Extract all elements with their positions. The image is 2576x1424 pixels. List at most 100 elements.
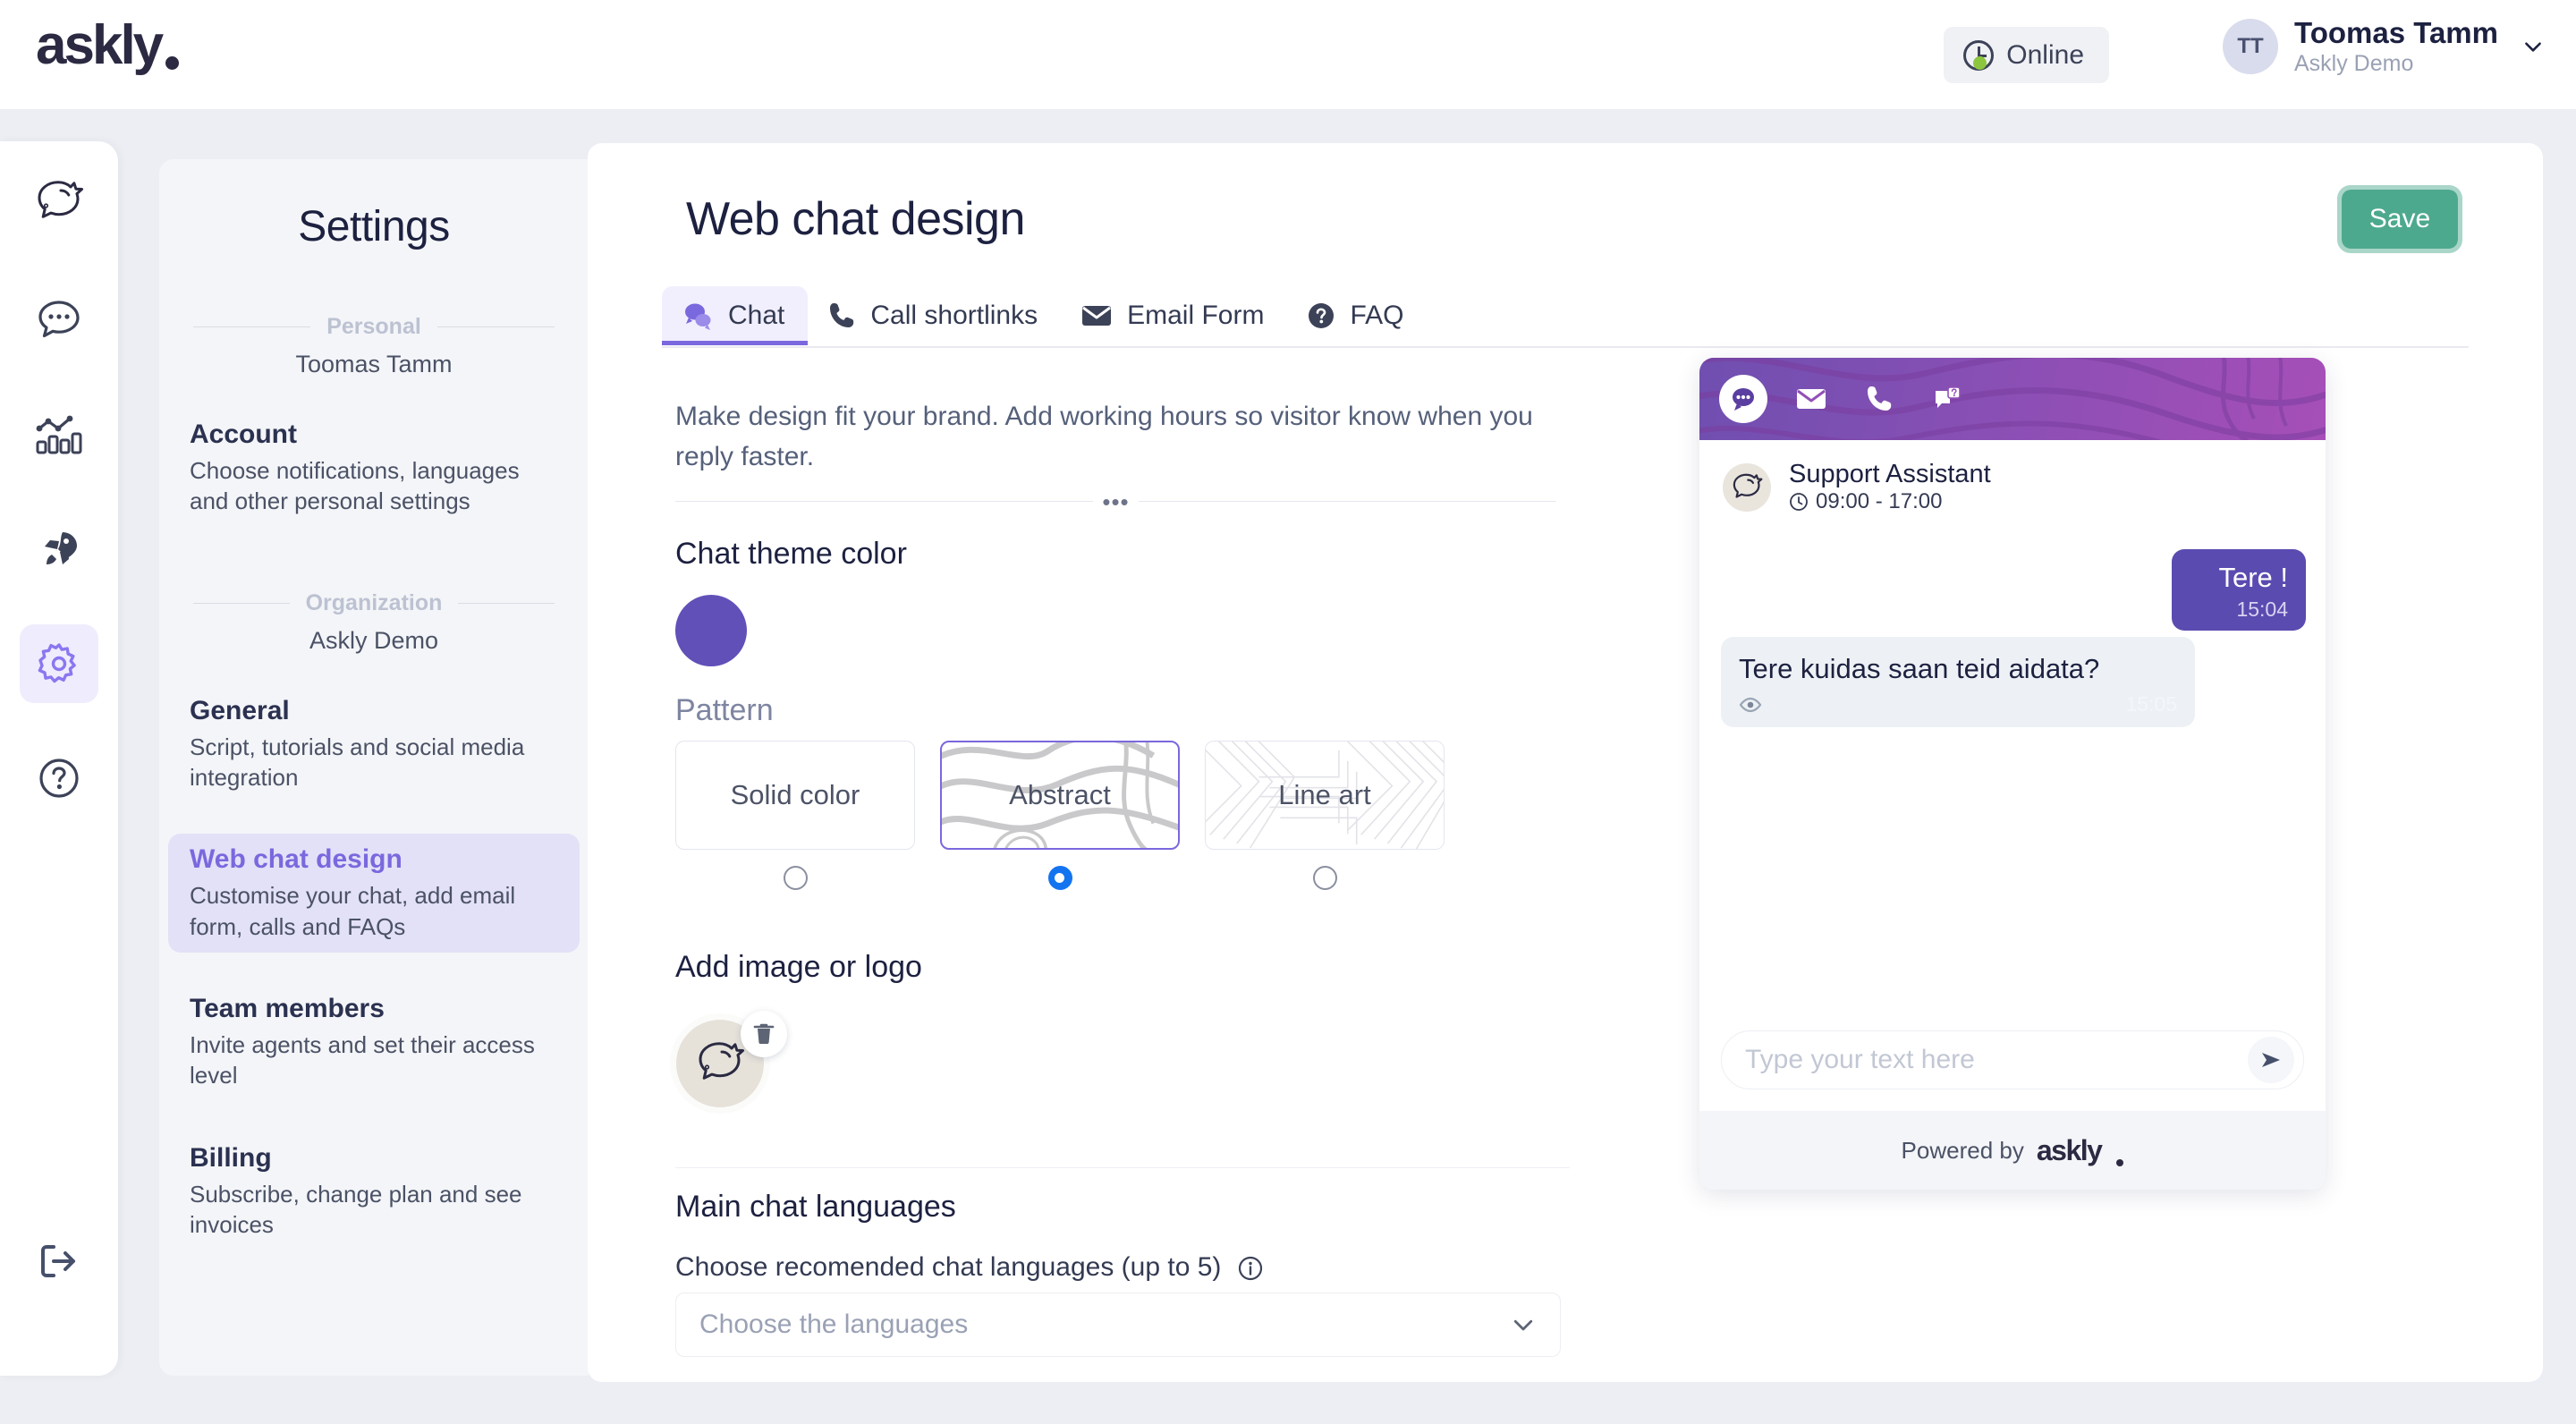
- rocket-icon[interactable]: [20, 510, 98, 589]
- askly-logo-dot: [165, 56, 180, 70]
- chat-preview-widget: Support Assistant 09:00 - 17:00 Tere ! 1…: [1699, 358, 2326, 1190]
- phone-icon: [830, 303, 854, 327]
- pattern-card-abstract[interactable]: Abstract: [940, 741, 1180, 850]
- tabs-underline: [662, 346, 2469, 348]
- askly-mascot-icon[interactable]: [20, 163, 98, 242]
- pattern-radio-solid-color-wrap: [783, 866, 808, 890]
- tab-faq[interactable]: FAQ: [1287, 286, 1427, 345]
- sidebar-item-billing[interactable]: Billing Subscribe, change plan and see i…: [168, 1132, 580, 1251]
- languages-help-row: Choose recomended chat languages (up to …: [675, 1252, 1263, 1283]
- trash-icon: [753, 1023, 775, 1044]
- chat-message-incoming: Tere kuidas saan teid aidata? 15:05: [1721, 637, 2195, 727]
- askly-mascot-icon: [1733, 473, 1763, 498]
- askly-mascot-icon: [699, 1042, 744, 1080]
- page-title: Web chat design: [686, 193, 1025, 245]
- logo-upload[interactable]: [676, 1011, 787, 1109]
- widget-tab-email[interactable]: [1787, 375, 1835, 423]
- pattern-radio-line-art[interactable]: [1312, 866, 1337, 890]
- sidebar-item-team-members[interactable]: Team members Invite agents and set their…: [168, 983, 580, 1102]
- sidebar-item-web-chat-design-desc: Customise your chat, add email form, cal…: [190, 882, 516, 940]
- askly-footer-dot: [2116, 1159, 2124, 1166]
- tab-email-form[interactable]: Email Form: [1061, 286, 1287, 345]
- faq-bubble-icon: [1936, 386, 1961, 408]
- user-info: Toomas Tamm Askly Demo: [2294, 17, 2498, 76]
- envelope-icon: [1797, 389, 1826, 409]
- tab-bar: Chat Call shortlinks Email Form FAQ: [662, 286, 1427, 345]
- question-circle-icon[interactable]: [20, 739, 98, 818]
- chat-message-outgoing-text: Tere !: [2218, 562, 2288, 593]
- widget-agent-info: Support Assistant 09:00 - 17:00: [1789, 460, 1991, 514]
- phone-icon: [1868, 386, 1892, 411]
- chat-bubbles-icon: [685, 303, 711, 330]
- section-subtitle-personal: Toomas Tamm: [295, 351, 453, 377]
- user-org: Askly Demo: [2294, 50, 2414, 76]
- sidebar-item-web-chat-design-title: Web chat design: [190, 844, 402, 875]
- languages-select-placeholder: Choose the languages: [699, 1310, 969, 1339]
- pattern-option-solid-color: Solid color: [675, 741, 915, 890]
- widget-agent-name: Support Assistant: [1789, 460, 1991, 488]
- user-menu[interactable]: TT Toomas Tamm Askly Demo: [2223, 17, 2545, 76]
- status-badge[interactable]: Online: [1944, 27, 2109, 83]
- tab-call-shortlinks[interactable]: Call shortlinks: [808, 286, 1061, 345]
- gear-icon[interactable]: [20, 624, 98, 703]
- widget-tab-chat[interactable]: [1719, 375, 1767, 423]
- languages-select[interactable]: Choose the languages: [675, 1293, 1561, 1357]
- widget-tab-call[interactable]: [1855, 375, 1903, 423]
- chat-input-placeholder: Type your text here: [1745, 1045, 1975, 1074]
- question-circle-icon: [1309, 303, 1335, 328]
- chat-bubble-icon[interactable]: [20, 281, 98, 360]
- logout-icon[interactable]: [20, 1222, 98, 1301]
- pattern-options: Solid color Abstract Line art: [675, 741, 1445, 890]
- widget-tab-faq[interactable]: [1923, 375, 1971, 423]
- pattern-radio-abstract[interactable]: [1047, 866, 1072, 890]
- sidebar-item-account-desc: Choose notifications, languages and othe…: [190, 457, 520, 515]
- widget-agent-hours: 09:00 - 17:00: [1816, 489, 1943, 514]
- pattern-card-line-art-label: Line art: [1278, 779, 1371, 810]
- pattern-card-line-art[interactable]: Line art: [1205, 741, 1445, 850]
- save-button[interactable]: Save: [2337, 185, 2462, 253]
- analytics-chart-icon[interactable]: [20, 395, 98, 474]
- pattern-card-abstract-label: Abstract: [1009, 779, 1111, 810]
- askly-logo-text: askly: [36, 14, 164, 76]
- sidebar-item-team-members-title: Team members: [190, 993, 385, 1023]
- chevron-down-icon: [1513, 1319, 1533, 1331]
- status-badge-label: Online: [2006, 39, 2084, 70]
- sidebar-item-general-desc: Script, tutorials and social media integ…: [190, 733, 525, 791]
- top-bar: askly Online TT Toomas Tamm Askly Demo: [0, 0, 2576, 109]
- tab-call-shortlinks-label: Call shortlinks: [870, 301, 1038, 330]
- chat-message-incoming-text: Tere kuidas saan teid aidata?: [1739, 653, 2100, 684]
- eye-icon[interactable]: [1739, 696, 1762, 714]
- section-subtitle-organization: Askly Demo: [309, 626, 439, 654]
- info-icon[interactable]: [1238, 1256, 1263, 1281]
- pattern-radio-solid-color[interactable]: [783, 866, 808, 890]
- pattern-radio-abstract-wrap: [1047, 866, 1072, 890]
- sidebar-item-account-title: Account: [190, 420, 297, 449]
- settings-nav-panel: Settings Personal Toomas Tamm Account Ch…: [159, 159, 589, 1376]
- sidebar-item-web-chat-design[interactable]: Web chat design Customise your chat, add…: [168, 834, 580, 953]
- chat-message-outgoing: Tere ! 15:04: [2172, 549, 2306, 631]
- tab-chat[interactable]: Chat: [662, 286, 809, 345]
- pattern-label: Pattern: [675, 693, 774, 727]
- sidebar-item-general[interactable]: General Script, tutorials and social med…: [168, 685, 580, 804]
- chat-message-incoming-time: 15:05: [2125, 692, 2177, 716]
- chat-input[interactable]: Type your text here: [1721, 1030, 2304, 1089]
- send-button[interactable]: [2248, 1037, 2294, 1083]
- chat-theme-color-swatch[interactable]: [675, 595, 747, 666]
- sidebar-item-general-title: General: [190, 695, 290, 725]
- section-description: Make design fit your brand. Add working …: [675, 402, 1533, 471]
- pattern-option-abstract: Abstract: [940, 741, 1180, 890]
- clock-icon: [1963, 39, 1995, 71]
- sidebar-item-team-members-desc: Invite agents and set their access level: [190, 1030, 535, 1089]
- pattern-option-line-art: Line art: [1205, 741, 1445, 890]
- section-divider: •••: [675, 490, 1556, 513]
- tab-faq-label: FAQ: [1350, 301, 1404, 330]
- languages-help-text: Choose recomended chat languages (up to …: [675, 1252, 1222, 1282]
- chevron-down-icon[interactable]: [2521, 35, 2545, 58]
- askly-logo[interactable]: askly: [36, 14, 180, 76]
- widget-agent-avatar: [1723, 462, 1771, 512]
- pattern-card-solid-color[interactable]: Solid color: [675, 741, 915, 850]
- askly-footer-brand: askly: [2036, 1133, 2103, 1166]
- tab-chat-label: Chat: [728, 301, 785, 330]
- sidebar-item-account[interactable]: Account Choose notifications, languages …: [168, 409, 580, 528]
- delete-logo-button[interactable]: [741, 1011, 787, 1057]
